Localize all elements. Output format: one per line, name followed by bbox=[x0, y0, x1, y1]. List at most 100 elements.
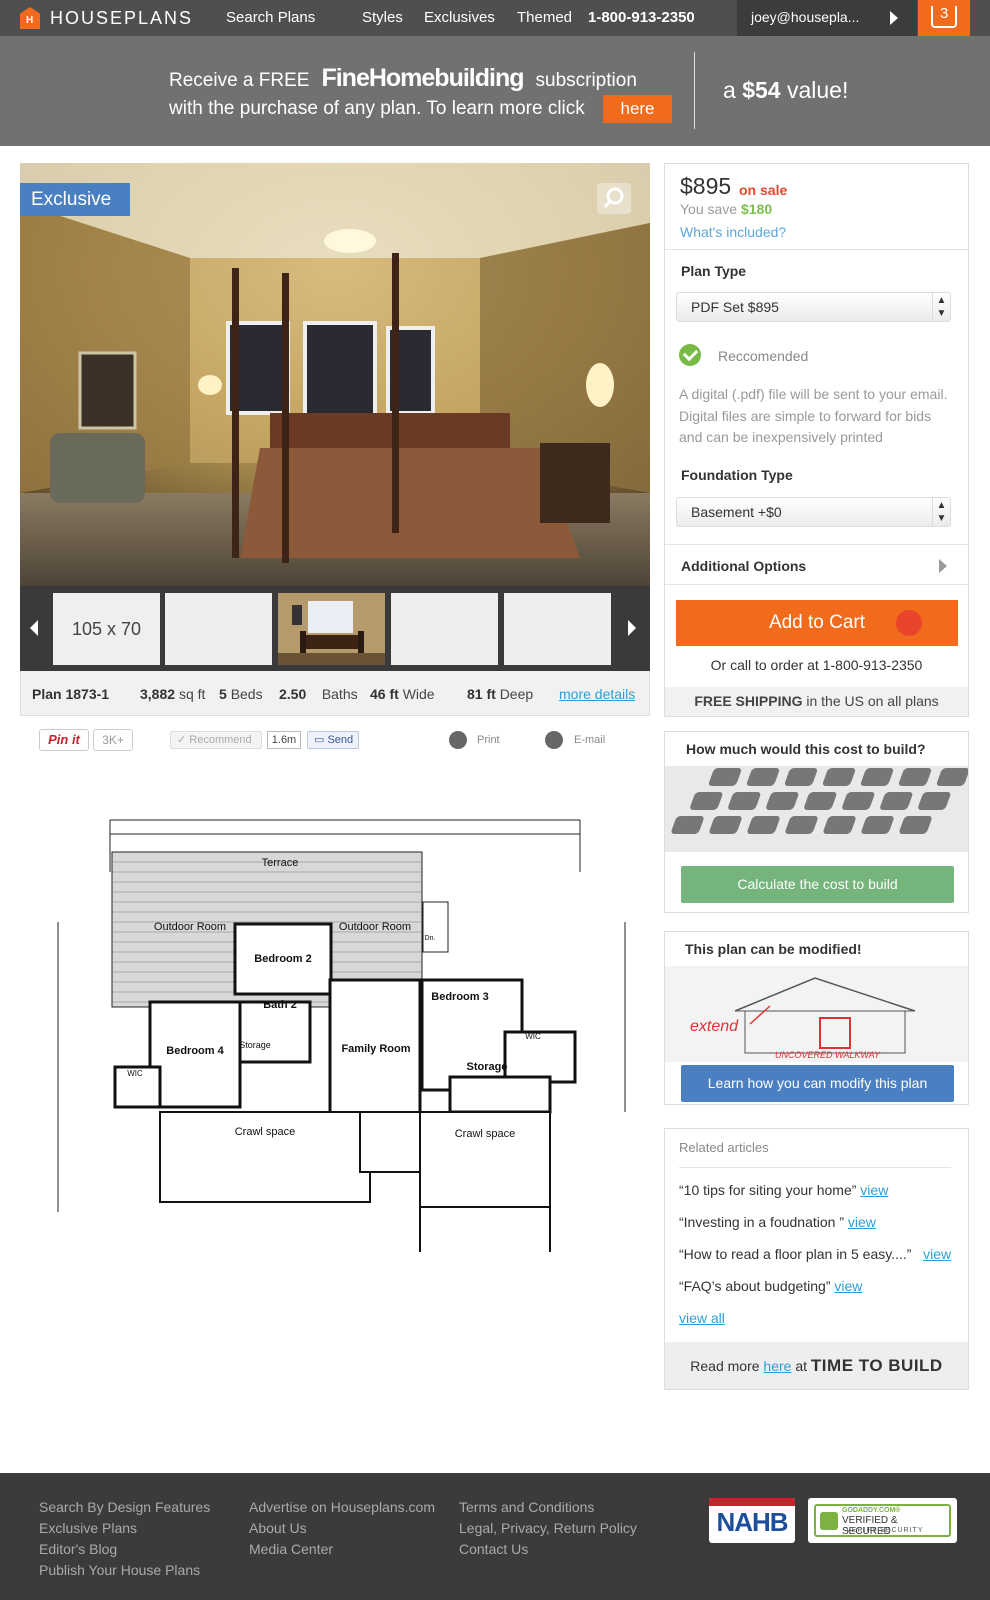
footer-link[interactable]: About Us bbox=[249, 1518, 435, 1539]
floor-room-label: Crawl space bbox=[455, 1128, 516, 1140]
thumbnail-dining[interactable] bbox=[278, 593, 385, 665]
read-more-pre: Read more bbox=[690, 1358, 760, 1374]
view-link[interactable]: view bbox=[860, 1182, 888, 1198]
nav-themed[interactable]: Themed bbox=[517, 9, 572, 26]
whats-included-link[interactable]: What's included? bbox=[680, 224, 786, 240]
select-arrows-icon: ▲ ▼ bbox=[932, 293, 950, 321]
time-to-build-label: TIME TO BUILD bbox=[810, 1356, 943, 1375]
free-shipping-bar: FREE SHIPPING in the US on all plans bbox=[665, 687, 968, 716]
floor-room-label: Bedroom 4 bbox=[166, 1045, 224, 1057]
more-details-link[interactable]: more details bbox=[559, 686, 635, 702]
modify-illustration: extend UNCOVERED WALKWAY bbox=[665, 966, 968, 1062]
view-link[interactable]: view bbox=[923, 1246, 951, 1262]
thumbnail[interactable] bbox=[504, 593, 611, 665]
article-title: “10 tips for siting your home” bbox=[679, 1182, 857, 1198]
sqft-value: 3,882 bbox=[140, 686, 176, 702]
beds-unit: Beds bbox=[230, 686, 263, 702]
promo-value-pre: a bbox=[723, 77, 736, 103]
print-icon[interactable] bbox=[449, 731, 467, 749]
nav-exclusives[interactable]: Exclusives bbox=[424, 9, 495, 26]
call-to-order: Or call to order at 1-800-913-2350 bbox=[664, 657, 969, 673]
recommended-label: Reccomended bbox=[718, 348, 809, 364]
view-link[interactable]: view bbox=[848, 1214, 876, 1230]
baths-unit: Baths bbox=[321, 686, 358, 702]
footer-link[interactable]: Advertise on Houseplans.com bbox=[249, 1497, 435, 1518]
nahb-logo[interactable]: NAHB bbox=[709, 1498, 795, 1543]
read-more-at: at bbox=[795, 1358, 808, 1374]
modify-plan-button[interactable]: Learn how you can modify this plan bbox=[681, 1065, 954, 1102]
caret-right-icon[interactable] bbox=[890, 11, 898, 25]
footer-link[interactable]: Exclusive Plans bbox=[39, 1518, 210, 1539]
thumb-prev-icon[interactable] bbox=[30, 620, 38, 636]
godaddy-seal-frame: GODADDY.COM® VERIFIED & SECURED VERIFY S… bbox=[814, 1504, 951, 1537]
footer-link[interactable]: Search By Design Features bbox=[39, 1497, 210, 1518]
divider bbox=[665, 544, 968, 545]
baths-value: 2.50 bbox=[279, 686, 307, 702]
view-all-link[interactable]: view all bbox=[679, 1310, 725, 1326]
view-link[interactable]: view bbox=[834, 1278, 862, 1294]
zoom-button[interactable] bbox=[597, 183, 631, 214]
nav-search-plans[interactable]: Search Plans bbox=[226, 9, 315, 26]
cart-button[interactable]: 3 bbox=[918, 0, 970, 36]
thumbnail[interactable] bbox=[391, 593, 498, 665]
cart-count: 3 bbox=[940, 5, 949, 22]
pinit-button[interactable]: Pin it bbox=[39, 729, 89, 751]
calculator-image bbox=[665, 766, 968, 852]
footer-link[interactable]: Publish Your House Plans bbox=[39, 1560, 210, 1581]
footer-link[interactable]: Contact Us bbox=[459, 1539, 637, 1560]
house-section-sketch: extend UNCOVERED WALKWAY bbox=[690, 977, 916, 1060]
thumbnail[interactable] bbox=[165, 593, 272, 665]
promo-brand: FineHomebuilding bbox=[321, 64, 524, 92]
plan-type-select[interactable]: PDF Set $895 ▲ ▼ bbox=[676, 292, 951, 322]
send-button[interactable]: ▭ Send bbox=[307, 731, 359, 749]
user-email[interactable]: joey@housepla... bbox=[751, 9, 859, 25]
foundation-type-select[interactable]: Basement +$0 ▲ ▼ bbox=[676, 497, 951, 527]
nav-phone[interactable]: 1-800-913-2350 bbox=[588, 9, 695, 26]
floor-plan[interactable]: Terrace Outdoor Room Outdoor Room Bedroo… bbox=[50, 812, 630, 1268]
email-link[interactable]: E-mail bbox=[574, 734, 605, 746]
plan-specs-bar: Plan 1873-1 3,882 sq ft 5 Beds 2.50 Bath… bbox=[20, 671, 650, 716]
email-icon[interactable] bbox=[545, 731, 563, 749]
caret-right-icon[interactable] bbox=[939, 559, 947, 573]
floor-room-label: Crawl space bbox=[235, 1126, 296, 1138]
additional-options-toggle[interactable]: Additional Options bbox=[681, 558, 806, 574]
footer-link[interactable]: Terms and Conditions bbox=[459, 1497, 637, 1518]
thumb-next-icon[interactable] bbox=[628, 620, 636, 636]
print-link[interactable]: Print bbox=[477, 734, 500, 746]
read-more-here-link[interactable]: here bbox=[763, 1358, 791, 1374]
promo-receive: Receive a FREE bbox=[169, 70, 310, 91]
hero-photo[interactable] bbox=[20, 163, 650, 586]
save-label: You save bbox=[680, 201, 738, 217]
logo-wordmark: HOUSEPLANS bbox=[50, 7, 194, 28]
modify-title: This plan can be modified! bbox=[685, 941, 862, 957]
floor-room-label: Dn. bbox=[425, 935, 436, 942]
promo-line-2: with the purchase of any plan. To learn … bbox=[169, 98, 585, 119]
footer-link[interactable]: Editor's Blog bbox=[39, 1539, 210, 1560]
floor-room-label: WIC bbox=[127, 1069, 143, 1078]
calculate-cost-button[interactable]: Calculate the cost to build bbox=[681, 866, 954, 903]
call-pre: Or call to order at bbox=[710, 657, 819, 673]
promo-here-button[interactable]: here bbox=[603, 95, 672, 123]
footer-link[interactable]: Legal, Privacy, Return Policy bbox=[459, 1518, 637, 1539]
footer-link[interactable]: Media Center bbox=[249, 1539, 435, 1560]
recommend-button[interactable]: ✓ Recommend bbox=[170, 731, 262, 749]
save-amount: $180 bbox=[740, 201, 773, 217]
cart-add-icon bbox=[896, 610, 922, 636]
wide-value: 46 ft bbox=[370, 686, 399, 702]
call-phone[interactable]: 1-800-913-2350 bbox=[823, 657, 923, 673]
floor-room-label: WIC bbox=[525, 1032, 541, 1041]
godaddy-seal[interactable]: GODADDY.COM® VERIFIED & SECURED VERIFY S… bbox=[808, 1498, 957, 1543]
lock-icon bbox=[820, 1512, 838, 1530]
divider bbox=[665, 249, 968, 250]
add-to-cart-button[interactable]: Add to Cart bbox=[676, 600, 958, 646]
dimensions-thumb[interactable]: 105 x 70 bbox=[53, 593, 160, 665]
nahb-logo-text: NAHB bbox=[716, 1507, 788, 1537]
site-logo[interactable]: H HOUSEPLANS bbox=[20, 6, 193, 30]
floor-plan-drawing: Terrace Outdoor Room Outdoor Room Bedroo… bbox=[57, 819, 626, 1268]
plan-type-value: PDF Set $895 bbox=[691, 299, 779, 315]
nav-styles[interactable]: Styles bbox=[362, 9, 403, 26]
wide-unit: Wide bbox=[402, 686, 435, 702]
promo-value: a $54 value! bbox=[723, 77, 848, 104]
promo-divider bbox=[694, 52, 695, 129]
floor-room-label: Bedroom 3 bbox=[431, 991, 488, 1003]
